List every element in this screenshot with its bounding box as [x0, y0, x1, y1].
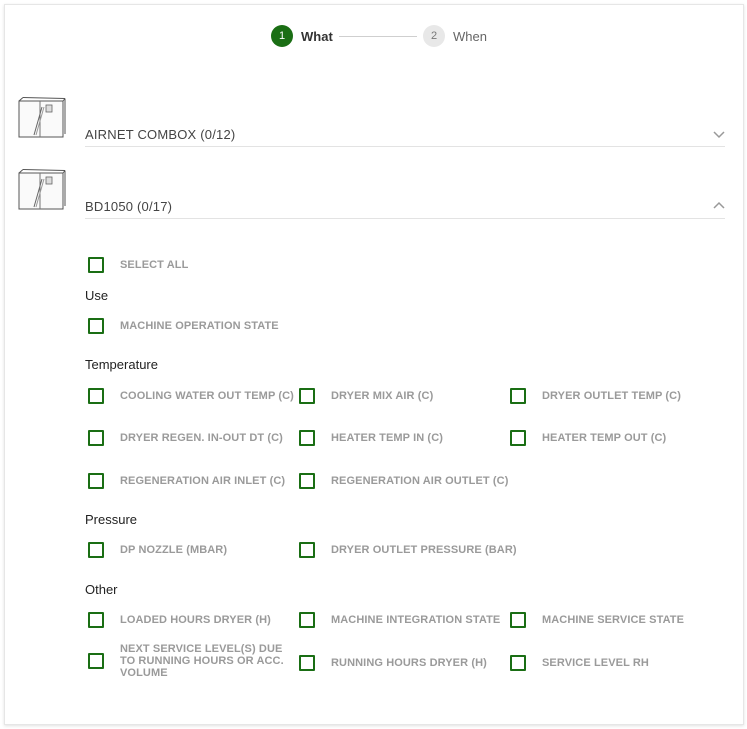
- option-item[interactable]: COOLING WATER OUT TEMP (C): [88, 388, 294, 404]
- option-item[interactable]: DRYER OUTLET TEMP (C): [510, 388, 681, 404]
- option-item[interactable]: DRYER MIX AIR (C): [299, 388, 433, 404]
- option-checkbox[interactable]: [88, 430, 104, 446]
- option-checkbox[interactable]: [88, 612, 104, 628]
- option-label: HEATER TEMP OUT (C): [542, 432, 667, 444]
- option-label: RUNNING HOURS DRYER (H): [331, 657, 487, 669]
- option-label: SELECT ALL: [120, 259, 189, 271]
- option-checkbox[interactable]: [88, 318, 104, 334]
- chevron-down-icon: [713, 131, 725, 139]
- option-checkbox[interactable]: [88, 542, 104, 558]
- option-checkbox[interactable]: [88, 653, 104, 669]
- option-label: NEXT SERVICE LEVEL(S) DUE TO RUNNING HOU…: [120, 643, 284, 679]
- option-checkbox[interactable]: [510, 612, 526, 628]
- option-label: REGENERATION AIR OUTLET (C): [331, 475, 509, 487]
- section-bd1050[interactable]: BD1050 (0/17): [85, 197, 725, 219]
- option-checkbox[interactable]: [299, 655, 315, 671]
- option-item[interactable]: DRYER OUTLET PRESSURE (BAR): [299, 542, 517, 558]
- option-item[interactable]: REGENERATION AIR OUTLET (C): [299, 473, 508, 489]
- step-number: 2: [423, 25, 445, 47]
- option-label: SERVICE LEVEL RH: [542, 657, 649, 669]
- dryer-machine-icon: [18, 97, 66, 138]
- section-title: AIRNET COMBOX (0/12): [85, 127, 236, 142]
- group-title-use: Use: [85, 288, 109, 303]
- group-title-other: Other: [85, 582, 118, 597]
- report-card: 1 What 2 When AIRNET COMBOX (0/12) BD105…: [4, 4, 744, 725]
- option-label: LOADED HOURS DRYER (H): [120, 614, 271, 626]
- option-item[interactable]: DP NOZZLE (MBAR): [88, 542, 227, 558]
- option-item[interactable]: DRYER REGEN. IN-OUT DT (C): [88, 430, 283, 446]
- section-title: BD1050 (0/17): [85, 199, 173, 214]
- option-checkbox[interactable]: [510, 655, 526, 671]
- option-label: MACHINE OPERATION STATE: [120, 320, 279, 332]
- step-when[interactable]: 2 When: [423, 25, 487, 47]
- option-checkbox[interactable]: [88, 388, 104, 404]
- option-item[interactable]: SERVICE LEVEL RH: [510, 655, 649, 671]
- option-item[interactable]: MACHINE SERVICE STATE: [510, 612, 684, 628]
- option-checkbox[interactable]: [299, 473, 315, 489]
- option-label: REGENERATION AIR INLET (C): [120, 475, 286, 487]
- select-all-option[interactable]: SELECT ALL: [88, 257, 188, 273]
- option-label: DP NOZZLE (MBAR): [120, 544, 228, 556]
- step-number: 1: [271, 25, 293, 47]
- option-item[interactable]: LOADED HOURS DRYER (H): [88, 612, 271, 628]
- option-checkbox[interactable]: [88, 473, 104, 489]
- option-label: MACHINE INTEGRATION STATE: [331, 614, 501, 626]
- option-item[interactable]: MACHINE OPERATION STATE: [88, 318, 279, 334]
- option-checkbox[interactable]: [299, 388, 315, 404]
- option-label: COOLING WATER OUT TEMP (C): [120, 390, 294, 402]
- dryer-machine-icon: [18, 169, 66, 210]
- step-label: What: [301, 28, 333, 44]
- option-checkbox[interactable]: [299, 430, 315, 446]
- section-airnet-combox[interactable]: AIRNET COMBOX (0/12): [85, 125, 725, 147]
- option-checkbox[interactable]: [510, 430, 526, 446]
- step-label: When: [453, 28, 487, 44]
- option-checkbox[interactable]: [299, 612, 315, 628]
- option-checkbox[interactable]: [299, 542, 315, 558]
- option-label: DRYER OUTLET PRESSURE (BAR): [331, 544, 517, 556]
- step-connector: [339, 36, 417, 37]
- option-checkbox[interactable]: [510, 388, 526, 404]
- select-all-checkbox[interactable]: [88, 257, 104, 273]
- stepper: 1 What 2 When: [5, 25, 743, 49]
- option-label: DRYER REGEN. IN-OUT DT (C): [120, 432, 283, 444]
- option-item[interactable]: RUNNING HOURS DRYER (H): [299, 655, 487, 671]
- group-title-temperature: Temperature: [85, 357, 158, 372]
- option-label: DRYER OUTLET TEMP (C): [542, 390, 681, 402]
- option-label: HEATER TEMP IN (C): [331, 432, 444, 444]
- group-title-pressure: Pressure: [85, 512, 138, 527]
- option-item[interactable]: NEXT SERVICE LEVEL(S) DUE TO RUNNING HOU…: [88, 643, 296, 679]
- option-item[interactable]: HEATER TEMP IN (C): [299, 430, 443, 446]
- option-item[interactable]: REGENERATION AIR INLET (C): [88, 473, 285, 489]
- option-label: DRYER MIX AIR (C): [331, 390, 434, 402]
- step-what[interactable]: 1 What: [271, 25, 333, 47]
- option-label: MACHINE SERVICE STATE: [542, 614, 685, 626]
- option-item[interactable]: MACHINE INTEGRATION STATE: [299, 612, 500, 628]
- chevron-up-icon: [713, 201, 725, 209]
- option-item[interactable]: HEATER TEMP OUT (C): [510, 430, 666, 446]
